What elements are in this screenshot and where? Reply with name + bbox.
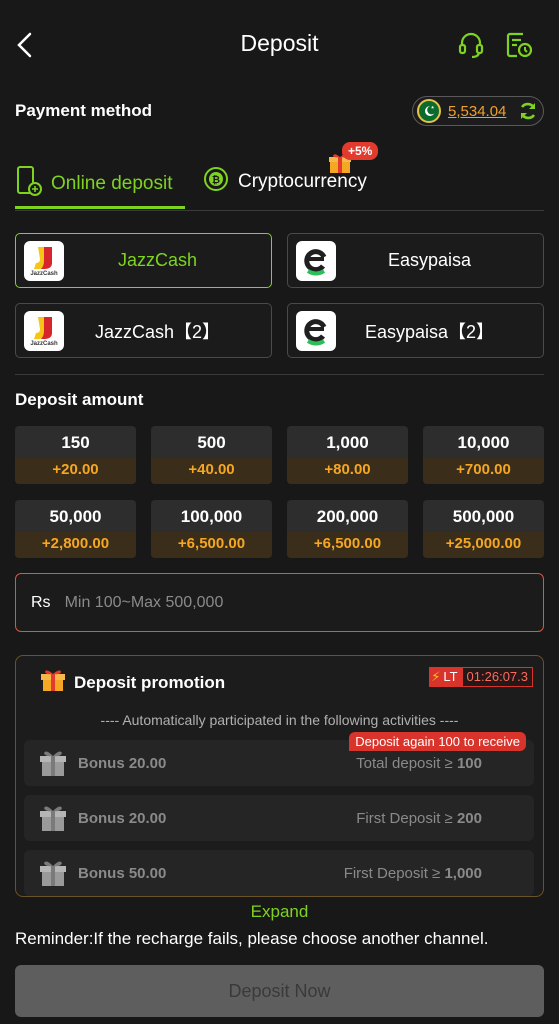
amount-bonus: +6,500.00 [287, 532, 408, 558]
amount-bonus: +40.00 [151, 458, 272, 484]
gift-icon [38, 803, 68, 833]
history-icon[interactable] [504, 30, 534, 60]
easypaisa-logo-icon [296, 240, 336, 281]
payment-method-label: Payment method [15, 101, 152, 120]
amount-value: 1,000 [326, 433, 369, 452]
jazzcash-logo-text: JazzCash [30, 270, 58, 277]
gift-icon [40, 668, 66, 697]
channel-name: JazzCash【2】 [94, 321, 221, 342]
amount-value: 50,000 [49, 507, 102, 526]
lightning-icon: ⚡ [431, 669, 441, 684]
jazzcash-logo-text: JazzCash [30, 340, 58, 347]
channel-name: JazzCash [117, 250, 198, 270]
amount-value: 10,000 [457, 433, 510, 452]
active-tab-indicator [15, 206, 185, 209]
bonus-condition: Total deposit ≥ 100 [356, 755, 482, 772]
amount-value: 100,000 [180, 507, 243, 526]
promotion-subtitle: ---- Automatically participated in the f… [100, 712, 459, 728]
gift-icon [38, 858, 68, 888]
amount-option[interactable]: 500 +40.00 [151, 426, 272, 484]
promotion-item: Bonus 20.00 First Deposit ≥ 200 [24, 795, 534, 841]
refresh-icon[interactable] [517, 100, 539, 122]
crypto-bonus-percent: +5% [342, 142, 379, 160]
channel-easypaisa-2[interactable]: Easypaisa【2】 [287, 303, 544, 358]
channel-name: Easypaisa【2】 [364, 321, 495, 342]
amount-value: 200,000 [316, 507, 379, 526]
condition-value: 100 [456, 755, 482, 772]
condition-value: 1,000 [444, 865, 482, 882]
amount-bonus: +700.00 [423, 458, 544, 484]
expand-link[interactable]: Expand [0, 902, 559, 922]
balance-value: 5,534.04 [448, 102, 507, 120]
channel-easypaisa[interactable]: Easypaisa [287, 233, 544, 288]
amount-input[interactable] [64, 593, 485, 612]
crypto-bonus-badge: +5% [328, 140, 388, 174]
amount-bonus: +6,500.00 [151, 532, 272, 558]
bitcoin-icon: ₿ [202, 165, 230, 198]
headset-icon[interactable] [456, 30, 486, 60]
easypaisa-logo-icon [296, 310, 336, 351]
phone-deposit-icon [15, 165, 43, 202]
deposit-amount-label: Deposit amount [15, 390, 144, 409]
amount-value: 150 [61, 433, 90, 452]
bonus-name: Bonus 20.00 [78, 810, 167, 827]
lt-label: LT [443, 669, 458, 684]
currency-label: Rs [31, 593, 51, 611]
amount-option[interactable]: 200,000 +6,500.00 [287, 500, 408, 558]
amount-bonus: +80.00 [287, 458, 408, 484]
promotion-timer: ⚡ LT 01:26:07.3 [429, 667, 533, 687]
section-divider [15, 374, 544, 375]
svg-text:₿: ₿ [212, 174, 220, 186]
reminder-text: Reminder:If the recharge fails, please c… [15, 929, 489, 948]
promotion-header: Deposit promotion [40, 668, 225, 697]
countdown-value: 01:26:07.3 [461, 667, 533, 687]
channel-jazzcash[interactable]: JazzCash JazzCash [15, 233, 272, 288]
bonus-name: Bonus 50.00 [78, 865, 167, 882]
condition-label: Total deposit ≥ [356, 755, 457, 772]
balance-pill: 5,534.04 [412, 96, 544, 126]
tab-online-deposit[interactable]: Online deposit [15, 165, 172, 202]
amount-value: 500 [197, 433, 226, 452]
amount-bonus: +2,800.00 [15, 532, 136, 558]
top-bar: Deposit [0, 0, 559, 90]
amount-bonus: +20.00 [15, 458, 136, 484]
jazzcash-logo-icon: JazzCash [24, 240, 64, 281]
condition-value: 200 [456, 810, 482, 827]
jazzcash-logo-icon: JazzCash [24, 310, 64, 351]
promotion-item: Bonus 50.00 First Deposit ≥ 1,000 [24, 850, 534, 896]
amount-value: 500,000 [452, 507, 515, 526]
condition-label: First Deposit ≥ [343, 865, 445, 882]
amount-option[interactable]: 100,000 +6,500.00 [151, 500, 272, 558]
deposit-promotion-panel: Deposit promotion ⚡ LT 01:26:07.3 ---- A… [15, 655, 544, 897]
amount-option[interactable]: 10,000 +700.00 [423, 426, 544, 484]
amount-input-box: Rs [15, 573, 544, 632]
bonus-condition: First Deposit ≥ 1,000 [344, 865, 482, 882]
gift-icon [38, 748, 68, 778]
deposit-type-tabs: Online deposit ₿ Cryptocurrency [15, 155, 544, 211]
bonus-condition: First Deposit ≥ 200 [356, 810, 482, 827]
deposit-now-button[interactable]: Deposit Now [15, 965, 544, 1017]
deposit-again-tag: Deposit again 100 to receive [349, 732, 526, 751]
pakistan-flag-icon [417, 99, 441, 123]
bonus-name: Bonus 20.00 [78, 755, 167, 772]
promotion-title: Deposit promotion [74, 672, 226, 692]
amount-option[interactable]: 1,000 +80.00 [287, 426, 408, 484]
channel-name: Easypaisa [387, 250, 472, 270]
condition-label: First Deposit ≥ [356, 810, 457, 827]
tab-online-label: Online deposit [51, 172, 173, 194]
channel-jazzcash-2[interactable]: JazzCash JazzCash【2】 [15, 303, 272, 358]
lt-tag: ⚡ LT [429, 667, 462, 687]
amount-option[interactable]: 50,000 +2,800.00 [15, 500, 136, 558]
amount-option[interactable]: 150 +20.00 [15, 426, 136, 484]
amount-option[interactable]: 500,000 +25,000.00 [423, 500, 544, 558]
amount-bonus: +25,000.00 [423, 532, 544, 558]
promotion-item: Bonus 20.00 Total deposit ≥ 100 Deposit … [24, 732, 534, 786]
